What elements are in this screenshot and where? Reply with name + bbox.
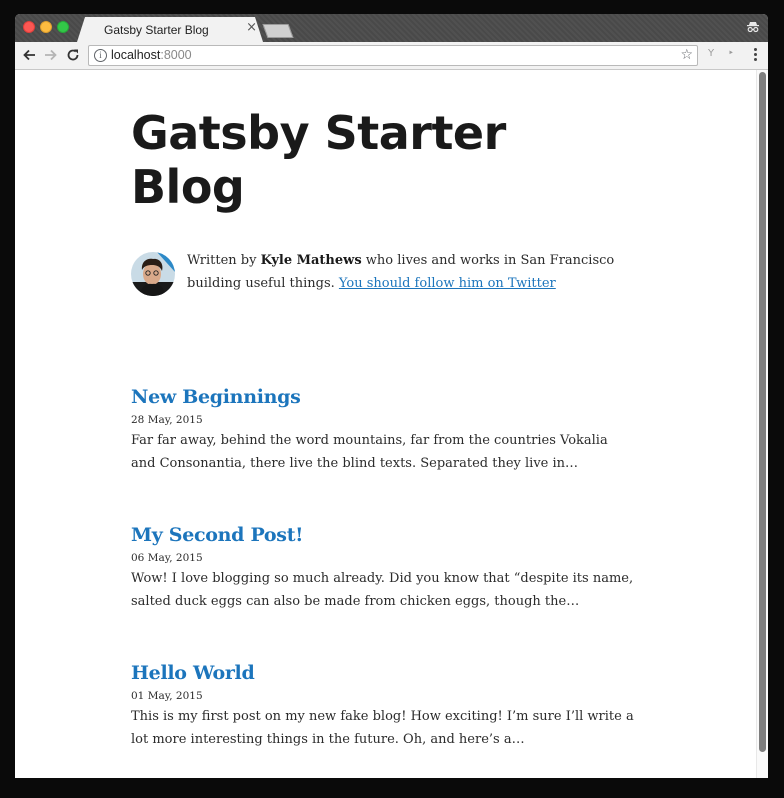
post-excerpt: This is my first post on my new fake blo…: [131, 709, 634, 747]
vertical-scrollbar[interactable]: [756, 70, 768, 778]
info-icon[interactable]: i: [94, 49, 107, 62]
url-port: :8000: [160, 48, 192, 62]
new-tab-button[interactable]: [262, 24, 294, 38]
incognito-icon: [747, 22, 759, 33]
reload-icon: [67, 49, 79, 61]
post-date: 06 May, 2015: [131, 552, 203, 564]
post-list-item: New Beginnings 28 May, 2015 Far far away…: [131, 384, 641, 475]
scrollbar-thumb[interactable]: [759, 72, 766, 752]
twitter-link[interactable]: You should follow him on Twitter: [339, 276, 556, 291]
close-window-button[interactable]: [23, 21, 35, 33]
post-excerpt: Far far away, behind the word mountains,…: [131, 433, 608, 471]
arrow-left-icon: [23, 49, 35, 61]
extension-icon[interactable]: ‣: [728, 47, 734, 61]
post-excerpt: Wow! I love blogging so much already. Di…: [131, 571, 634, 609]
page-viewport[interactable]: Gatsby Starter Blog Written by Kyle Math: [15, 70, 768, 778]
bio-text: Written by Kyle Mathews who lives and wo…: [187, 250, 637, 295]
menu-dot: [754, 53, 757, 56]
post-title-link[interactable]: New Beginnings: [131, 384, 641, 410]
kebab-menu-icon[interactable]: [754, 47, 758, 63]
site-title[interactable]: Gatsby Starter Blog: [131, 106, 601, 214]
maximize-window-button[interactable]: [57, 21, 69, 33]
post-list-item: Hello World 01 May, 2015 This is my firs…: [131, 660, 641, 751]
arrow-right-icon: [45, 49, 57, 61]
post-date: 01 May, 2015: [131, 690, 203, 702]
post-title-link[interactable]: Hello World: [131, 660, 641, 686]
url-host: localhost: [111, 48, 161, 62]
browser-window: Gatsby Starter Blog × i localhost:8000 ☆…: [15, 14, 768, 778]
active-tab[interactable]: Gatsby Starter Blog ×: [77, 17, 263, 42]
minimize-window-button[interactable]: [40, 21, 52, 33]
forward-button[interactable]: [42, 46, 60, 64]
address-bar[interactable]: i localhost:8000 ☆: [88, 45, 698, 66]
tab-title: Gatsby Starter Blog: [104, 23, 209, 37]
back-button[interactable]: [20, 46, 38, 64]
extension-icon[interactable]: Y: [708, 47, 714, 61]
avatar: [131, 252, 175, 296]
avatar-image: [131, 252, 175, 296]
menu-dot: [754, 48, 757, 51]
star-icon[interactable]: ☆: [680, 47, 693, 63]
browser-toolbar: i localhost:8000 ☆ Y ‣: [15, 42, 768, 70]
reload-button[interactable]: [64, 46, 82, 64]
post-list-item: My Second Post! 06 May, 2015 Wow! I love…: [131, 522, 641, 613]
tab-strip: Gatsby Starter Blog ×: [15, 14, 768, 42]
author-name: Kyle Mathews: [260, 253, 362, 268]
post-title-link[interactable]: My Second Post!: [131, 522, 641, 548]
tab-close-icon[interactable]: ×: [246, 21, 257, 35]
menu-dot: [754, 58, 757, 61]
url-text[interactable]: localhost:8000: [111, 48, 192, 62]
post-date: 28 May, 2015: [131, 414, 203, 426]
bio-prefix: Written by: [187, 253, 261, 268]
